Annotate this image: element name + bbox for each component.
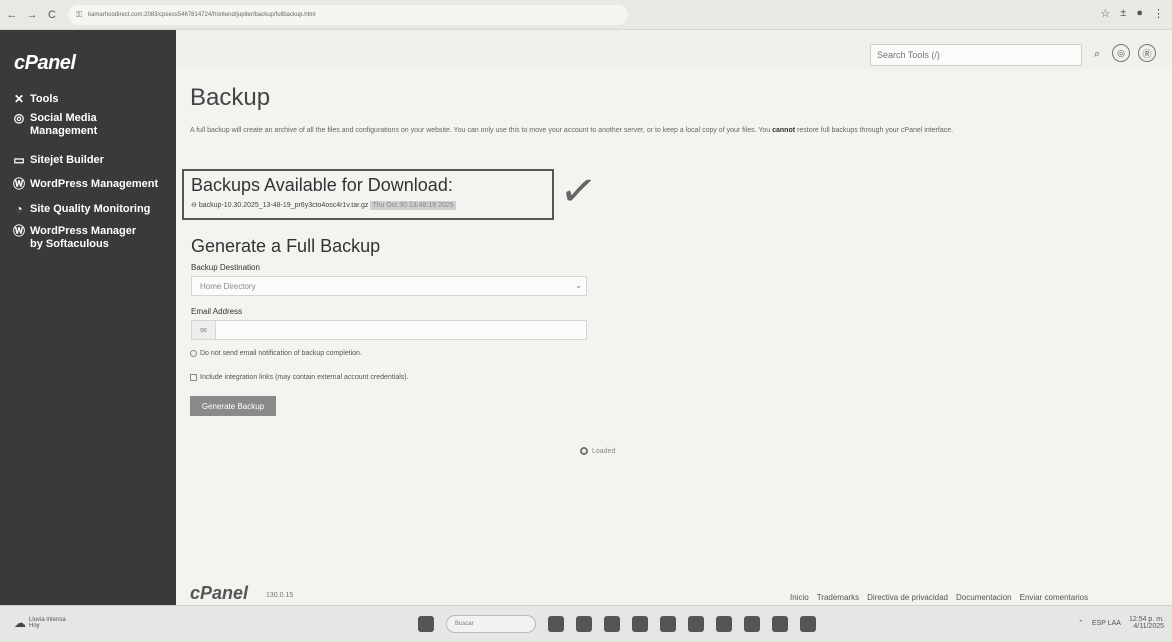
footer-link-documentation[interactable]: Documentacion (956, 593, 1012, 602)
backup-file-date: Thu Oct 30 13:48:19 2025 (370, 201, 456, 210)
bookmark-star-icon[interactable]: ☆ (1100, 7, 1110, 20)
include-links-label: Include integration links (may contain e… (200, 374, 409, 381)
back-button[interactable]: ← (4, 7, 20, 23)
app-icon[interactable] (604, 616, 620, 632)
backups-available-heading: Backups Available for Download: (191, 175, 453, 195)
download-icon: ⊖ (191, 202, 197, 209)
loading-text: Loaded (592, 447, 616, 455)
no-email-label: Do not send email notification of backup… (200, 350, 362, 357)
weather-text: Lluvia intensa Hoy (29, 617, 66, 629)
language-indicator[interactable]: ESP LAA (1092, 620, 1121, 627)
search-tools-input[interactable] (870, 44, 1082, 66)
address-bar[interactable]: ⚿ kamarhoodirect.com:2083/cpsess54678147… (68, 4, 628, 25)
email-address-label: Email Address (191, 307, 243, 316)
reload-button[interactable]: C (44, 7, 60, 23)
weather-day: Hoy (29, 623, 40, 629)
description-emphasis: cannot (772, 127, 796, 134)
sidebar-item-label: Tools (30, 93, 59, 105)
notifications-icon[interactable]: ◎ (1112, 44, 1130, 62)
backup-file-name[interactable]: backup-10.30.2025_13-48-19_pr6y3cto4osc4… (199, 202, 369, 209)
sidebar-item-label: Site Quality Monitoring (30, 203, 151, 215)
url-text: kamarhoodirect.com:2083/cpsess5467814724… (88, 11, 316, 18)
user-account-icon[interactable]: Ⓡ (1138, 44, 1156, 62)
weather-icon: ☁ (14, 616, 26, 630)
footer-link-trademarks[interactable]: Trademarks (817, 593, 859, 602)
check-mark-annotation: ✓ (556, 163, 601, 220)
sidebar-item-label: Sitejet Builder (30, 154, 104, 166)
loading-indicator: Loaded (580, 447, 615, 455)
os-taskbar: ☁ Lluvia intensa Hoy Buscar ⌃ ESP LAA 12… (0, 605, 1172, 642)
cpanel-logo[interactable]: cPanel (14, 52, 76, 75)
sidebar-item-tools[interactable]: ✕ Tools (12, 93, 59, 106)
app-icon[interactable] (688, 616, 704, 632)
clock-time: 12:54 p. m. (1128, 616, 1164, 623)
no-email-radio[interactable] (190, 350, 197, 357)
clock[interactable]: 12:54 p. m. 4/11/2025 (1129, 616, 1164, 630)
app-icon[interactable] (772, 616, 788, 632)
footer-version: 130.0.15 (266, 592, 294, 599)
email-icon: ✉ (192, 321, 216, 339)
chevron-up-icon[interactable]: ⌃ (1078, 619, 1084, 627)
sidebar-item-label: WordPress Management (30, 178, 159, 190)
sidebar-item-sitejet[interactable]: ▭ Sitejet Builder (12, 154, 104, 167)
search-icon[interactable]: ⌕ (1094, 48, 1100, 61)
wordpress-icon: Ⓦ (12, 224, 25, 238)
app-icon[interactable] (716, 616, 732, 632)
generate-backup-button[interactable]: Generate Backup (190, 396, 276, 416)
sidebar-item-site-quality[interactable]: ◔ Site Quality Monitoring (12, 203, 150, 216)
site-info-icon[interactable]: ⚿ (76, 10, 82, 20)
email-address-field[interactable]: ✉ (191, 320, 587, 340)
app-icon[interactable] (548, 616, 564, 632)
site-quality-icon: ◔ (15, 202, 23, 216)
include-links-option[interactable]: Include integration links (may contain e… (190, 374, 409, 381)
backup-destination-value: Home Directory (200, 282, 256, 291)
sitejet-icon: ▭ (13, 153, 25, 167)
footer-cpanel-logo[interactable]: cPanel (190, 583, 248, 604)
footer-link-privacy[interactable]: Directiva de privacidad (867, 593, 948, 602)
browser-actions: ☆ ± ● ⋮ (1100, 7, 1164, 20)
backup-destination-label: Backup Destination (191, 263, 260, 272)
tools-icon: ✕ (13, 92, 25, 106)
taskbar-apps: Buscar (418, 615, 816, 633)
page-description: A full backup will create an archive of … (190, 126, 980, 135)
social-media-icon: ◎ (13, 111, 25, 125)
system-tray: ⌃ ESP LAA 12:54 p. m. 4/11/2025 (1078, 616, 1164, 630)
browser-menu-icon[interactable]: ⋮ (1153, 7, 1164, 20)
no-email-option[interactable]: Do not send email notification of backup… (190, 350, 362, 357)
app-icon[interactable] (744, 616, 760, 632)
start-icon[interactable] (418, 616, 434, 632)
chevron-down-icon: ⌄ (575, 281, 582, 290)
sidebar-item-label: WordPress Manager by Softaculous (30, 225, 137, 250)
sidebar: cPanel ✕ Tools ◎ Social Media Management… (0, 30, 176, 605)
sidebar-item-social-media[interactable]: ◎ Social Media Management (12, 112, 162, 138)
spinner-icon (580, 447, 588, 455)
sidebar-item-wordpress-management[interactable]: Ⓦ WordPress Management (12, 178, 158, 191)
description-text: A full backup will create an archive of … (190, 127, 773, 134)
weather-widget[interactable]: ☁ Lluvia intensa Hoy (14, 616, 66, 630)
taskbar-search[interactable]: Buscar (446, 615, 536, 633)
app-icon[interactable] (576, 616, 592, 632)
downloads-icon[interactable]: ± (1120, 7, 1126, 20)
app-icon[interactable] (800, 616, 816, 632)
clock-date: 4/11/2025 (1133, 623, 1164, 630)
backup-destination-select[interactable]: Home Directory ⌄ (191, 276, 587, 296)
browser-toolbar: ← → C ⚿ kamarhoodirect.com:2083/cpsess54… (0, 0, 1172, 30)
backup-file-link[interactable]: ⊖ backup-10.30.2025_13-48-19_pr6y3cto4os… (191, 201, 456, 210)
page-title: Backup (190, 84, 271, 111)
wordpress-icon: Ⓦ (12, 177, 25, 191)
description-text-end: restore full backups through your cPanel… (795, 127, 954, 134)
footer-links: Inicio Trademarks Directiva de privacida… (790, 593, 1088, 602)
footer-link-home[interactable]: Inicio (790, 593, 809, 602)
include-links-checkbox[interactable] (190, 374, 197, 381)
forward-button[interactable]: → (24, 7, 40, 23)
profile-icon[interactable]: ● (1136, 7, 1143, 20)
sidebar-item-label: Social Media Management (30, 112, 98, 137)
generate-backup-heading: Generate a Full Backup (191, 236, 381, 256)
footer-link-feedback[interactable]: Enviar comentarios (1020, 593, 1088, 602)
chrome-icon[interactable] (660, 616, 676, 632)
app-icon[interactable] (632, 616, 648, 632)
sidebar-item-softaculous[interactable]: Ⓦ WordPress Manager by Softaculous (12, 225, 150, 251)
